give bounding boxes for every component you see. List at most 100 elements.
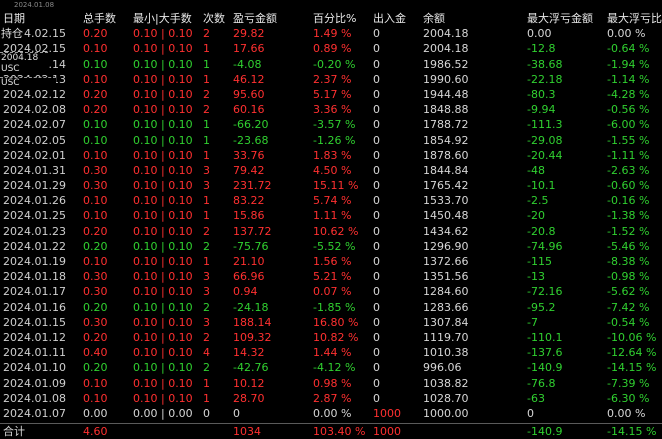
table-row[interactable]: 2024.01.29 0.30 0.10 | 0.10 3 231.72 15.11 % 0… [0, 178, 662, 193]
row-max-drawdown-pct: -0.60 % [607, 179, 650, 193]
table-row[interactable]: 2024.01.11 0.40 0.10 | 0.10 4 14.32 1.44 % 0 10… [0, 345, 662, 360]
row-max-drawdown: -110.1 [527, 330, 563, 344]
row-max-drawdown: -13 [527, 270, 545, 284]
table-row[interactable]: 2024.01.26 0.10 0.10 | 0.10 1 83.22 5.74 % 0 15… [0, 193, 662, 208]
row-balance: 1284.60 [423, 285, 469, 299]
table-row[interactable]: 2024.02.140.100.10 | 0.101-4.08-0.20 %01… [0, 57, 662, 72]
row-pnl: 33.76 [233, 148, 265, 162]
row-date: 2024.01.09 [3, 376, 66, 390]
row-percent: 10.62 % [313, 224, 359, 238]
table-row[interactable]: 2024.02.15 0.20 0.10 | 0.10 2 29.82 1.49 % 0 20… [0, 26, 662, 41]
row-pnl: -66.20 [233, 118, 269, 132]
col-header-pnl[interactable]: 盈亏金额 [230, 11, 310, 26]
row-minmax-lots: 0.10 | 0.10 [133, 118, 193, 132]
row-pnl: 0 [233, 406, 240, 420]
row-max-drawdown-pct: -0.98 % [607, 270, 650, 284]
row-pnl: 60.16 [233, 103, 265, 117]
row-total-lots: 0.10 [83, 118, 108, 132]
table-row[interactable]: 2024.02.05 0.10 0.10 | 0.10 1 -23.68 -1.26 % 0… [0, 133, 662, 148]
col-header-max-drawdown-pct[interactable]: 最大浮亏比例 [604, 11, 662, 26]
table-row[interactable]: 2024.02.12 0.20 0.10 | 0.10 2 95.60 5.17 % 0 19… [0, 87, 662, 102]
row-balance: 1450.48 [423, 209, 469, 223]
row-date: 2024.01.18 [3, 270, 66, 284]
row-percent: 2.37 % [313, 72, 352, 86]
row-date: 2024.01.10 [3, 361, 66, 375]
row-date: 2024.02.08 [3, 103, 66, 117]
row-max-drawdown-pct: -14.15 % [607, 361, 657, 375]
row-percent: 1.49 % [313, 27, 352, 41]
row-percent: -0.20 % [313, 57, 356, 71]
table-row[interactable]: 2024.01.25 0.10 0.10 | 0.10 1 15.86 1.11 % 0 14… [0, 208, 662, 223]
col-header-count[interactable]: 次数 [200, 11, 230, 26]
row-deposit: 0 [373, 239, 380, 253]
row-count: 1 [203, 391, 210, 405]
row-pnl: 83.22 [233, 194, 265, 208]
row-pnl: 231.72 [233, 179, 272, 193]
row-max-drawdown: -80.3 [527, 87, 556, 101]
col-header-balance[interactable]: 余额 [420, 11, 524, 26]
col-header-percent[interactable]: 百分比% [310, 11, 370, 26]
row-deposit: 0 [373, 103, 380, 117]
table-row[interactable]: 2024.02.08 0.20 0.10 | 0.10 2 60.16 3.36 % 0 18… [0, 102, 662, 117]
table-row[interactable]: 2024.01.23 0.20 0.10 | 0.10 2 137.72 10.62 % 0… [0, 224, 662, 239]
col-header-date[interactable]: 日期 [0, 11, 80, 26]
table-row[interactable]: 2024.02.01 0.10 0.10 | 0.10 1 33.76 1.83 % 0 18… [0, 148, 662, 163]
row-percent: -3.57 % [313, 118, 356, 132]
row-percent: 1.56 % [313, 255, 352, 268]
row-deposit: 0 [373, 194, 380, 208]
row-balance: 1854.92 [423, 133, 469, 147]
row-deposit: 0 [373, 224, 380, 238]
row-count: 2 [203, 330, 210, 344]
table-row[interactable]: 2024.01.12 0.20 0.10 | 0.10 2 109.32 10.82 % 0… [0, 330, 662, 345]
table-row[interactable]: 2024.01.08 0.10 0.10 | 0.10 1 28.70 2.87 % 0 10… [0, 391, 662, 406]
row-minmax-lots: 0.10 | 0.10 [133, 346, 193, 360]
table-row[interactable]: 2024.01.07 0.00 0.00 | 0.00 0 0 0.00 % 1000 100… [0, 406, 662, 421]
col-header-minmax-lots[interactable]: 最小|大手数 [130, 11, 200, 26]
row-total-lots: 0.10 [83, 376, 108, 390]
row-minmax-lots: 0.10 | 0.10 [133, 300, 193, 314]
table-row[interactable]: 2024.01.09 0.10 0.10 | 0.10 1 10.12 0.98 % 0 10… [0, 376, 662, 391]
row-count: 1 [203, 255, 210, 268]
table-row[interactable]: 2024.01.19 0.10 0.10 | 0.10 1 21.10 1.56 % 0 13… [0, 254, 662, 269]
row-pnl: 15.86 [233, 209, 265, 223]
table-row[interactable]: 2024.01.15 0.30 0.10 | 0.10 3 188.14 16.80 % 0… [0, 315, 662, 330]
row-percent: 3.36 % [313, 103, 352, 117]
col-header-max-drawdown[interactable]: 最大浮亏金额 [524, 11, 604, 26]
row-max-drawdown-pct: -1.11 % [607, 148, 650, 162]
row-count: 1 [203, 148, 210, 162]
col-header-deposit[interactable]: 出入金 [370, 11, 420, 26]
row-minmax-lots: 0.10 | 0.10 [133, 87, 193, 101]
table-row[interactable]: 2024.02.15 0.10 0.10 | 0.10 1 17.66 0.89 % 0 20… [0, 41, 662, 56]
row-date: 2024.01.19 [3, 255, 66, 268]
table-row[interactable]: 2024.01.22 0.20 0.10 | 0.10 2 -75.76 -5.52 % 0… [0, 239, 662, 254]
row-balance: 1844.84 [423, 163, 469, 177]
row-minmax-lots: 0.10 | 0.10 [133, 148, 193, 162]
table-row[interactable]: 2024.02.130.100.10 | 0.10146.122.37 %019… [0, 72, 662, 87]
row-total-lots: 0.30 [83, 179, 108, 193]
row-percent: 5.74 % [313, 194, 352, 208]
col-header-total-lots[interactable]: 总手数 [80, 11, 130, 26]
row-deposit: 0 [373, 42, 380, 56]
row-total-lots: 0.20 [83, 361, 108, 375]
row-count: 1 [203, 209, 210, 223]
total-pnl: 1034 [233, 425, 261, 439]
row-max-drawdown-pct: -4.28 % [607, 87, 650, 101]
row-max-drawdown: -76.8 [527, 376, 556, 390]
row-count: 2 [203, 300, 210, 314]
row-minmax-lots: 0.10 | 0.10 [133, 209, 193, 223]
row-percent: -1.26 % [313, 133, 356, 147]
table-header: 日期 总手数 最小|大手数 次数 盈亏金额 百分比% 出入金 余额 最大浮亏金额… [0, 11, 662, 26]
row-pnl: 46.12 [233, 72, 265, 86]
row-date: 2024.01.31 [3, 163, 66, 177]
table-row[interactable]: 2024.02.07 0.10 0.10 | 0.10 1 -66.20 -3.57 % 0… [0, 117, 662, 132]
table-row[interactable]: 2024.01.18 0.30 0.10 | 0.10 3 66.96 5.21 % 0 13… [0, 269, 662, 284]
table-row[interactable]: 2024.01.16 0.20 0.10 | 0.10 2 -24.18 -1.85 % 0… [0, 300, 662, 315]
table-row[interactable]: 2024.01.17 0.30 0.10 | 0.10 3 0.94 0.07 % 0 128… [0, 284, 662, 299]
row-balance: 1296.90 [423, 239, 469, 253]
table-row[interactable]: 2024.01.31 0.30 0.10 | 0.10 3 79.42 4.50 % 0 18… [0, 163, 662, 178]
holding-label[interactable]: 持仓 [0, 27, 24, 40]
total-label: 合计 [3, 425, 25, 439]
table-row[interactable]: 2024.01.10 0.20 0.10 | 0.10 2 -42.76 -4.12 % 0… [0, 360, 662, 375]
total-percent: 103.40 % [313, 425, 366, 439]
row-total-lots: 0.20 [83, 103, 108, 117]
